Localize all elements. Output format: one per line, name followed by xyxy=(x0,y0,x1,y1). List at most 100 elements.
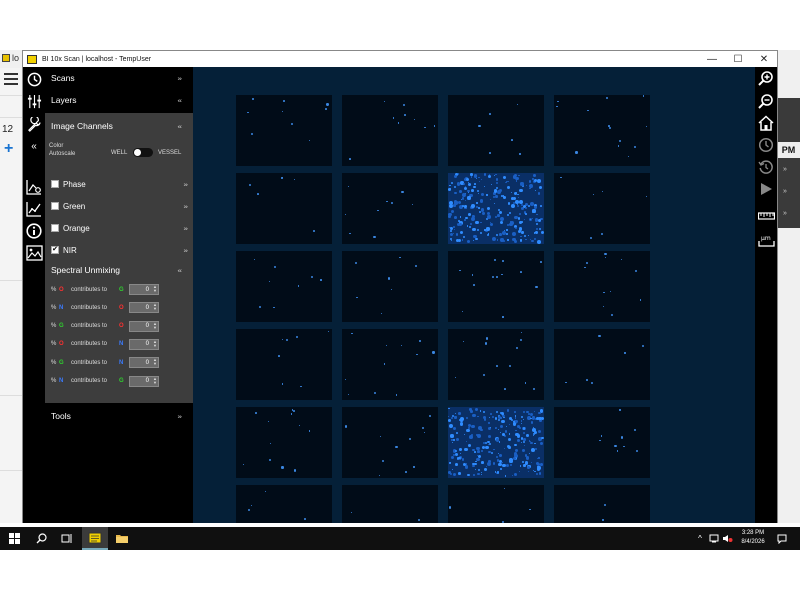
clock-icon[interactable] xyxy=(25,70,43,88)
search-icon[interactable] xyxy=(30,527,52,550)
well-image[interactable] xyxy=(554,485,650,523)
chart-settings-icon[interactable] xyxy=(25,178,43,196)
well-image[interactable] xyxy=(554,95,650,166)
stepper-arrows-icon[interactable]: ▲ ▼ xyxy=(153,321,157,330)
well-image[interactable] xyxy=(236,173,332,244)
unmixing-value-input[interactable]: 0 ▲ ▼ xyxy=(129,302,159,314)
well-image[interactable] xyxy=(554,329,650,400)
zoom-out-icon[interactable] xyxy=(757,92,775,110)
layers-section-header[interactable]: Layers « xyxy=(45,89,193,111)
unmixing-value-input[interactable]: 0 ▲ ▼ xyxy=(129,375,159,387)
stepper-arrows-icon[interactable]: ▲ ▼ xyxy=(153,376,157,385)
green-checkbox[interactable] xyxy=(51,202,59,210)
volume-muted-icon[interactable] xyxy=(721,527,733,550)
scans-section-header[interactable]: Scans » xyxy=(45,67,193,89)
unmixing-value-input[interactable]: 0 ▲ ▼ xyxy=(129,338,159,350)
layers-sliders-icon[interactable] xyxy=(25,92,43,110)
chevron-down-icon[interactable]: » xyxy=(783,166,787,173)
fluorescent-signal xyxy=(519,220,523,224)
well-image[interactable] xyxy=(342,485,438,523)
well-image[interactable] xyxy=(448,485,544,523)
well-image[interactable] xyxy=(342,407,438,478)
chevron-up-icon[interactable]: ^ xyxy=(694,527,706,550)
chevron-down-icon[interactable]: » xyxy=(783,188,787,195)
fluorescent-signal xyxy=(538,185,543,190)
fluorescent-signal xyxy=(627,155,629,158)
fluorescent-signal xyxy=(421,426,424,429)
unmixing-value-input[interactable]: 0 ▲ ▼ xyxy=(129,357,159,369)
minimize-button[interactable]: — xyxy=(699,51,725,67)
well-image[interactable] xyxy=(448,329,544,400)
timer-icon[interactable] xyxy=(757,136,775,154)
scans-label: Scans xyxy=(51,73,75,83)
spectral-unmixing-header[interactable]: Spectral Unmixing « xyxy=(45,259,193,281)
home-icon[interactable] xyxy=(757,114,775,132)
info-icon[interactable] xyxy=(25,222,43,240)
well-image[interactable] xyxy=(236,329,332,400)
fluorescent-signal xyxy=(519,188,523,193)
plate-canvas[interactable] xyxy=(193,67,755,523)
stepper-arrows-icon[interactable]: ▲ ▼ xyxy=(153,339,157,348)
well-image[interactable] xyxy=(448,95,544,166)
notification-icon[interactable] xyxy=(775,527,789,550)
well-image[interactable] xyxy=(448,173,545,244)
well-image[interactable] xyxy=(554,407,650,478)
well-image[interactable] xyxy=(236,407,332,478)
task-view-icon[interactable] xyxy=(56,527,78,550)
well-image[interactable] xyxy=(554,251,650,322)
fluorescent-signal xyxy=(386,201,388,203)
well-image[interactable] xyxy=(236,95,332,166)
stepper-arrows-icon[interactable]: ▲ ▼ xyxy=(153,285,157,293)
hamburger-menu-icon[interactable] xyxy=(4,73,18,85)
well-image[interactable] xyxy=(342,329,438,400)
stepper-arrows-icon[interactable]: ▲ ▼ xyxy=(153,358,157,366)
well-image[interactable] xyxy=(554,173,650,244)
play-icon[interactable] xyxy=(757,180,775,198)
network-icon[interactable] xyxy=(708,527,720,550)
fluorescent-signal xyxy=(516,434,521,439)
file-explorer-icon[interactable] xyxy=(110,527,134,550)
phase-checkbox[interactable] xyxy=(51,180,59,188)
wrench-icon[interactable] xyxy=(25,115,43,133)
channel-row-orange[interactable]: Orange » xyxy=(51,221,188,235)
add-icon[interactable]: + xyxy=(4,141,13,157)
well-image[interactable] xyxy=(342,173,438,244)
unmixing-value-input[interactable]: 0 ▲ ▼ xyxy=(129,284,159,295)
well-image[interactable] xyxy=(448,407,544,478)
channel-row-phase[interactable]: Phase » xyxy=(51,177,188,191)
zoom-in-icon[interactable] xyxy=(757,69,775,87)
channel-label: Phase xyxy=(63,179,86,189)
history-icon[interactable] xyxy=(757,158,775,176)
tools-section-header[interactable]: Tools » xyxy=(45,405,193,427)
channel-row-nir[interactable]: ✔ NIR » xyxy=(51,243,188,257)
nir-checkbox[interactable]: ✔ xyxy=(51,246,59,254)
orange-checkbox[interactable] xyxy=(51,224,59,232)
collapse-panel-icon[interactable]: « xyxy=(25,137,43,155)
scale-bar-icon[interactable]: µm xyxy=(757,231,775,249)
image-icon[interactable] xyxy=(25,244,43,262)
fluorescent-signal xyxy=(535,227,539,230)
fluorescent-signal xyxy=(523,218,526,220)
close-button[interactable]: ✕ xyxy=(751,51,777,67)
bi-scan-taskbar-icon[interactable] xyxy=(82,527,108,550)
fluorescent-signal xyxy=(488,450,491,454)
fluorescent-signal xyxy=(507,438,511,442)
autoscale-toggle[interactable] xyxy=(133,148,153,157)
well-image[interactable] xyxy=(448,251,544,322)
ruler-icon[interactable] xyxy=(757,207,775,225)
chevron-down-icon[interactable]: » xyxy=(783,210,787,217)
maximize-button[interactable]: ☐ xyxy=(725,51,751,67)
well-image[interactable] xyxy=(236,485,332,523)
fluorescent-signal xyxy=(509,459,513,464)
line-chart-icon[interactable] xyxy=(25,200,43,218)
well-image[interactable] xyxy=(236,251,332,322)
well-image[interactable] xyxy=(342,95,438,166)
image-channels-header[interactable]: Image Channels « xyxy=(45,115,193,137)
stepper-arrows-icon[interactable]: ▲ ▼ xyxy=(153,303,157,311)
system-clock[interactable]: 3:28 PM 8/4/2026 xyxy=(734,529,772,547)
channel-row-green[interactable]: Green » xyxy=(51,199,188,213)
well-image[interactable] xyxy=(342,251,438,322)
unmixing-value-input[interactable]: 0 ▲ ▼ xyxy=(129,320,159,332)
start-windows-icon[interactable] xyxy=(4,527,24,550)
background-window-tab[interactable]: lo xyxy=(0,52,22,64)
